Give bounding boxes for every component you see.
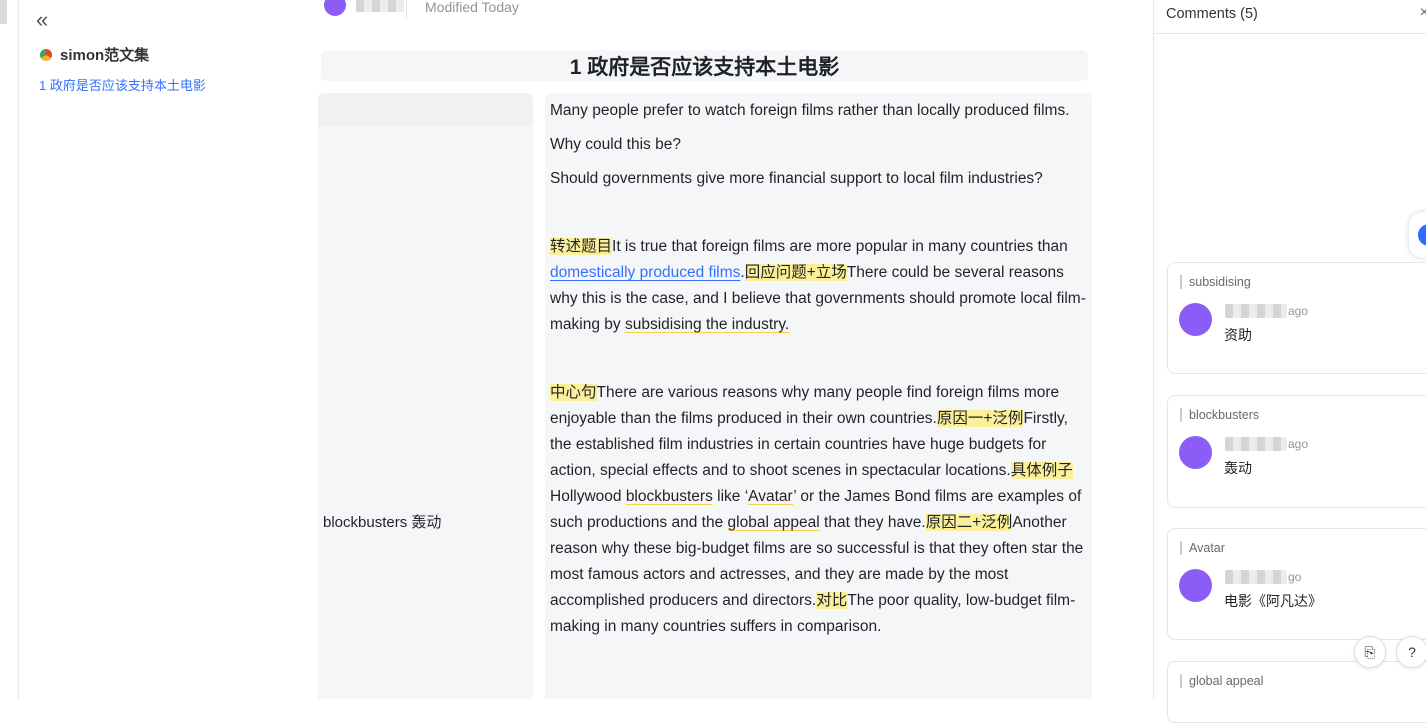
avatar[interactable] bbox=[1179, 569, 1212, 602]
comment-card[interactable]: Avatar go 电影《阿凡达》 bbox=[1167, 528, 1426, 640]
doc-title[interactable]: 1 政府是否应该支持本土电影 bbox=[321, 50, 1088, 81]
comment-text: 电影《阿凡达》 bbox=[1224, 593, 1322, 609]
comment-time: ago bbox=[1288, 437, 1309, 451]
workspace-title[interactable]: simon范文集 bbox=[40, 44, 149, 65]
header-divider bbox=[406, 0, 407, 18]
commenter-name-blurred bbox=[1225, 304, 1287, 318]
author-avatar[interactable] bbox=[324, 0, 346, 16]
close-icon[interactable]: × bbox=[1420, 4, 1426, 22]
side-toggle-tab[interactable] bbox=[1409, 212, 1426, 258]
avatar[interactable] bbox=[1179, 303, 1212, 336]
commenter-name-blurred bbox=[1225, 570, 1287, 584]
collapse-sidebar-icon[interactable]: « bbox=[36, 8, 48, 32]
tag-highlight: 对比 bbox=[816, 592, 848, 609]
comments-title: Comments (5) bbox=[1166, 6, 1258, 22]
tag-highlight: 原因二+泛例 bbox=[925, 514, 1013, 531]
commented-text[interactable]: Avatar bbox=[748, 488, 793, 505]
vocab-note: blockbusters 轰动 bbox=[323, 514, 442, 531]
body-paragraph: 中心句There are various reasons why many pe… bbox=[550, 384, 1084, 635]
author-name-blurred bbox=[356, 0, 404, 12]
comment-time: go bbox=[1288, 570, 1302, 584]
side-toggle-icon bbox=[1418, 224, 1426, 246]
comment-card[interactable]: global appeal bbox=[1167, 661, 1426, 723]
commented-text[interactable]: subsidising the industry. bbox=[625, 316, 789, 333]
avatar[interactable] bbox=[1179, 436, 1212, 469]
app-left-strip bbox=[0, 0, 19, 699]
prompt-line: Should governments give more financial s… bbox=[550, 170, 1043, 187]
tag-highlight: 转述题目 bbox=[550, 238, 613, 255]
tag-highlight: 中心句 bbox=[550, 384, 597, 401]
tag-highlight: 具体例子 bbox=[1010, 462, 1073, 479]
help-icon[interactable]: ? bbox=[1396, 636, 1426, 668]
essay-content[interactable]: Many people prefer to watch foreign film… bbox=[550, 98, 1088, 648]
commented-text[interactable]: global appeal bbox=[728, 514, 820, 531]
comment-quote: blockbusters bbox=[1180, 408, 1259, 422]
comment-text: 轰动 bbox=[1224, 460, 1252, 476]
intro-paragraph: 转述题目It is true that foreign films are mo… bbox=[550, 238, 1086, 333]
document-area: Modified Today 1 政府是否应该支持本土电影 blockbuste… bbox=[300, 0, 1152, 699]
commented-text[interactable]: blockbusters bbox=[626, 488, 713, 505]
history-icon[interactable]: ⎘ bbox=[1354, 636, 1386, 668]
prompt-line: Many people prefer to watch foreign film… bbox=[550, 102, 1070, 119]
prompt-line: Why could this be? bbox=[550, 136, 681, 153]
sidebar-item-doc[interactable]: 1 政府是否应该支持本土电影 bbox=[39, 75, 206, 94]
left-strip-marker bbox=[0, 0, 7, 24]
comment-card[interactable]: blockbusters ago 轰动 bbox=[1167, 395, 1426, 508]
table-cell-left-top bbox=[318, 93, 533, 126]
comment-quote: subsidising bbox=[1180, 275, 1251, 289]
comment-card[interactable]: subsidising ago 资助 bbox=[1167, 262, 1426, 374]
comment-text: 资助 bbox=[1224, 327, 1252, 343]
commenter-name-blurred bbox=[1225, 437, 1287, 451]
modified-label: Modified Today bbox=[425, 0, 519, 15]
table-cell-left[interactable]: blockbusters 轰动 bbox=[318, 93, 533, 699]
comment-quote: Avatar bbox=[1180, 541, 1225, 555]
sidebar: « simon范文集 1 政府是否应该支持本土电影 bbox=[19, 0, 299, 699]
author-info[interactable] bbox=[324, 0, 404, 16]
comments-header: Comments (5) × bbox=[1154, 0, 1426, 34]
tag-highlight: 原因一+泛例 bbox=[936, 410, 1024, 427]
comment-quote: global appeal bbox=[1180, 674, 1263, 688]
tag-highlight: 回应问题+立场 bbox=[744, 264, 847, 281]
comment-time: ago bbox=[1288, 304, 1309, 318]
workspace-title-label: simon范文集 bbox=[60, 47, 150, 64]
table-cell-right[interactable]: Many people prefer to watch foreign film… bbox=[545, 93, 1092, 699]
doc-link[interactable]: domestically produced films bbox=[550, 264, 740, 281]
workspace-icon bbox=[40, 48, 52, 61]
